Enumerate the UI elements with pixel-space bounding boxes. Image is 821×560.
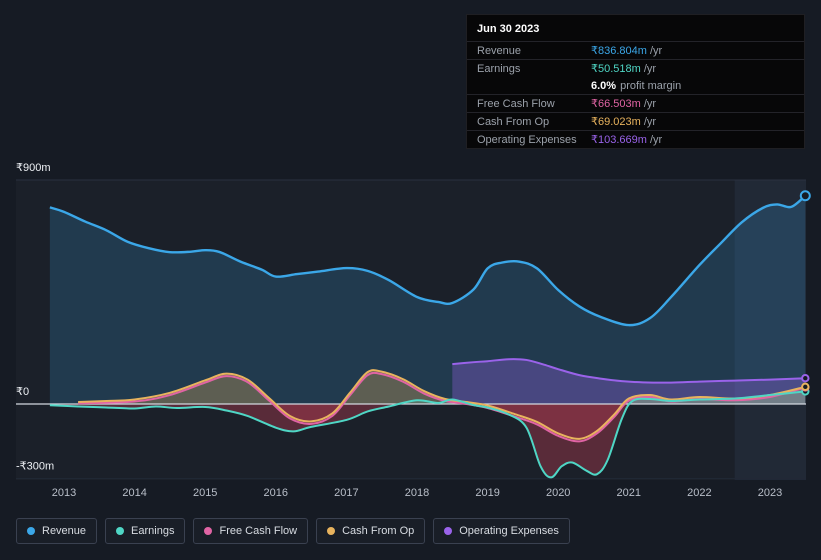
tooltip-row-earnings: Earnings ₹50.518m/yr — [467, 59, 804, 77]
chart-tooltip: Jun 30 2023 Revenue ₹836.804m/yr Earning… — [466, 14, 805, 149]
legend-label: Revenue — [42, 525, 87, 537]
tooltip-value: ₹836.804m/yr — [591, 45, 663, 57]
svg-text:2023: 2023 — [758, 487, 782, 499]
legend-label: Operating Expenses — [459, 525, 559, 537]
tooltip-value: ₹103.669m/yr — [591, 134, 663, 146]
svg-text:2020: 2020 — [546, 487, 570, 499]
cash-from-op-dot-icon — [327, 527, 336, 535]
tooltip-row-free-cash-flow: Free Cash Flow ₹66.503m/yr — [467, 94, 804, 112]
tooltip-row-operating-expenses: Operating Expenses ₹103.669m/yr — [467, 130, 804, 148]
tooltip-value: ₹66.503m/yr — [591, 98, 657, 110]
tooltip-label: Operating Expenses — [477, 133, 577, 146]
free-cash-flow-dot-icon — [204, 527, 213, 535]
tooltip-row-cash-from-op: Cash From Op ₹69.023m/yr — [467, 112, 804, 130]
svg-text:2017: 2017 — [334, 487, 358, 499]
svg-text:2013: 2013 — [52, 487, 76, 499]
svg-text:2014: 2014 — [122, 487, 146, 499]
svg-text:2018: 2018 — [405, 487, 429, 499]
operating-expenses-dot-icon — [444, 527, 453, 535]
legend-item-cash-from-op[interactable]: Cash From Op — [316, 518, 426, 544]
profit-margin-value: 6.0% profit margin — [591, 79, 682, 92]
svg-text:2022: 2022 — [687, 487, 711, 499]
legend-item-revenue[interactable]: Revenue — [16, 518, 98, 544]
svg-text:-₹300m: -₹300m — [16, 461, 54, 473]
chart-legend: Revenue Earnings Free Cash Flow Cash Fro… — [16, 518, 570, 544]
svg-text:2016: 2016 — [264, 487, 288, 499]
legend-label: Earnings — [131, 525, 175, 537]
svg-text:₹0: ₹0 — [16, 386, 29, 398]
legend-item-free-cash-flow[interactable]: Free Cash Flow — [193, 518, 309, 544]
earnings-dot-icon — [116, 527, 125, 535]
legend-item-operating-expenses[interactable]: Operating Expenses — [433, 518, 570, 544]
legend-item-earnings[interactable]: Earnings — [105, 518, 186, 544]
svg-text:2015: 2015 — [193, 487, 217, 499]
tooltip-value: ₹50.518m/yr — [591, 63, 657, 75]
tooltip-date: Jun 30 2023 — [477, 23, 540, 35]
legend-label: Cash From Op — [342, 525, 415, 537]
tooltip-row-profit-margin: 6.0% profit margin — [467, 77, 804, 94]
tooltip-label: Earnings — [477, 62, 521, 75]
tooltip-value: ₹69.023m/yr — [591, 116, 657, 128]
tooltip-label: Revenue — [477, 44, 522, 57]
svg-text:₹900m: ₹900m — [16, 162, 51, 174]
tooltip-row-revenue: Revenue ₹836.804m/yr — [467, 41, 804, 59]
legend-label: Free Cash Flow — [219, 525, 298, 537]
svg-text:2019: 2019 — [475, 487, 499, 499]
revenue-dot-icon — [27, 527, 35, 535]
svg-text:2021: 2021 — [617, 487, 641, 499]
earnings-revenue-chart-panel: ₹900m ₹0 -₹300m 2013 2014 2015 2016 2017 2018 201… — [0, 0, 821, 560]
tooltip-label: Cash From Op — [477, 115, 550, 128]
tooltip-label: Free Cash Flow — [477, 97, 555, 110]
